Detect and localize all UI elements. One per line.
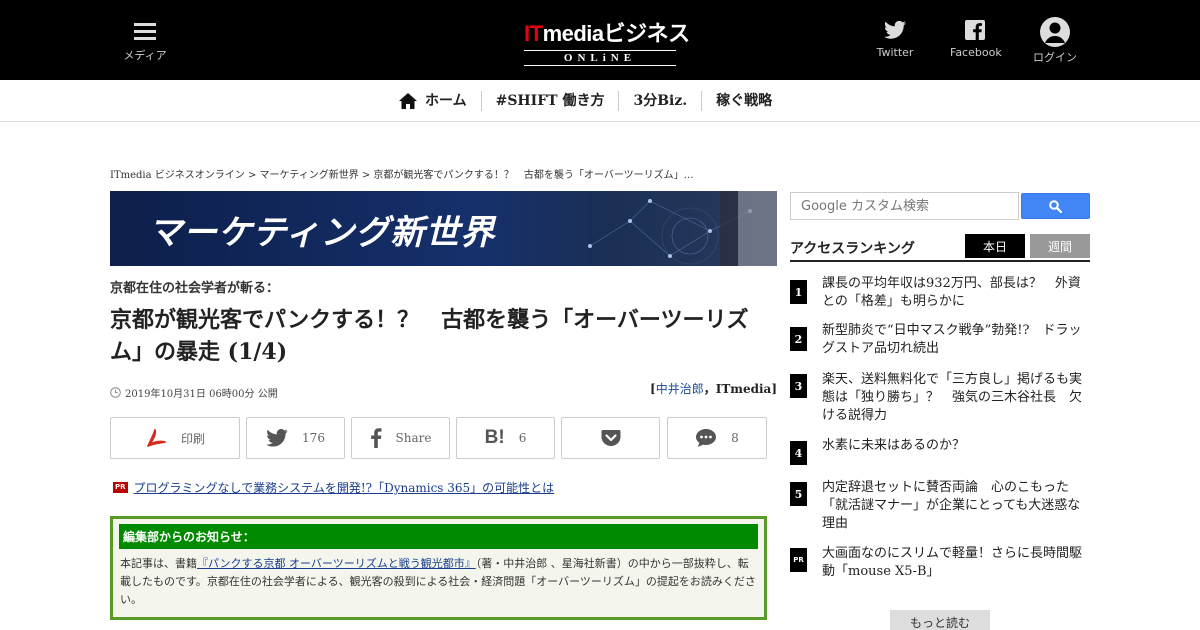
- pr-badge: PR: [113, 482, 128, 493]
- tweet-button[interactable]: 176: [246, 417, 345, 459]
- nav-item-shift[interactable]: #SHIFT 働き方: [480, 91, 619, 111]
- pr-link[interactable]: プログラミングなしで業務システムを開発!?「Dynamics 365」の可能性と…: [134, 479, 555, 496]
- author-byline: [中井治郎，ITmedia]: [650, 382, 777, 396]
- comment-count: 8: [731, 431, 739, 445]
- notice-body: 本記事は、書籍『パンクする京都 オーバーツーリズムと戦う観光都市』（著・中井治郎…: [120, 557, 756, 606]
- login-link[interactable]: ログイン: [1030, 17, 1080, 65]
- rank-headline: 水素に未来はあるのか？: [822, 438, 966, 453]
- nav-item-label: #SHIFT 働き方: [495, 93, 605, 109]
- nav-item-3minbiz[interactable]: 3分Biz.: [618, 91, 701, 111]
- rank-headline: 楽天、送料無料化で「三方良し」掲げるも実態は「独り勝ち」？ 強気の三木谷社長 欠…: [822, 372, 1083, 423]
- main-nav: ホーム #SHIFT 働き方 3分Biz. 稼ぐ戦略: [0, 80, 1200, 122]
- nav-item-label: 稼ぐ戦略: [716, 93, 773, 109]
- site-header: メディア ITmediaビジネス ONLiNE Twitter Facebook…: [0, 0, 1200, 80]
- print-label: 印刷: [180, 431, 205, 446]
- notice-heading: 編集部からのお知らせ：: [119, 524, 758, 549]
- rank-headline: 大画面なのにスリムで軽量！さらに長時間駆動「mouse X5-B」: [822, 546, 1083, 579]
- pdf-icon: [147, 429, 166, 447]
- rank-headline: 内定辞退セットに賛否両論 心のこもった「就活謎マナー」が企業にとっても大迷惑な理…: [822, 480, 1081, 531]
- tweet-count: 176: [302, 431, 325, 445]
- hatena-count: 6: [518, 431, 527, 445]
- twitter-link[interactable]: Twitter: [872, 20, 918, 59]
- rank-number: 3: [790, 374, 807, 398]
- tab-weekly[interactable]: 週間: [1030, 234, 1090, 258]
- rank-number: 1: [790, 280, 807, 304]
- clock-icon: [110, 387, 121, 398]
- twitter-icon: [266, 429, 288, 447]
- logo-subtitle: ONLiNE: [524, 50, 676, 66]
- facebook-f-icon: [370, 428, 382, 448]
- user-avatar-icon: [1040, 17, 1070, 47]
- series-banner[interactable]: マーケティング新世界: [110, 191, 777, 266]
- share-buttons: 印刷 176 Share B! 6 8: [110, 417, 770, 459]
- pr-link-row: PR プログラミングなしで業務システムを開発!?「Dynamics 365」の可…: [113, 479, 554, 496]
- search-input[interactable]: [790, 192, 1019, 220]
- nav-item-home[interactable]: ホーム: [395, 91, 481, 111]
- hatena-icon: B!: [484, 427, 505, 448]
- banner-title: マーケティング新世界: [148, 213, 496, 253]
- logo-wordmark: ITmediaビジネス: [524, 21, 690, 46]
- article-title: 京都が観光客でパンクする！？ 古都を襲う「オーバーツーリズム」の暴走 (1/4): [110, 307, 749, 365]
- facebook-link[interactable]: Facebook: [950, 20, 1002, 59]
- rank-headline: 課長の平均年収は932万円、部長は？ 外資との「格差」も明らかに: [822, 276, 1081, 309]
- tab-today[interactable]: 本日: [965, 234, 1025, 258]
- rank-number: 5: [790, 482, 807, 506]
- article-subhead: 京都在住の社会学者が斬る：: [110, 281, 280, 296]
- comment-icon: [696, 429, 717, 447]
- read-more-button[interactable]: もっと読む: [890, 610, 990, 630]
- nav-item-label: 3分Biz.: [633, 93, 688, 109]
- editor-notice: 編集部からのお知らせ： 本記事は、書籍『パンクする京都 オーバーツーリズムと戦う…: [110, 516, 767, 620]
- facebook-share-label: Share: [395, 431, 432, 445]
- rank-headline: 新型肺炎で“日中マスク戦争”勃発!? ドラッグストア品切れ続出: [822, 323, 1082, 356]
- publish-date: 2019年10月31日 06時00分 公開: [110, 385, 278, 400]
- rank-number: 2: [790, 327, 807, 351]
- site-logo[interactable]: ITmediaビジネス ONLiNE: [524, 16, 690, 66]
- home-icon: [399, 93, 417, 109]
- media-menu-button[interactable]: メディア: [122, 20, 168, 63]
- pocket-button[interactable]: [561, 417, 660, 459]
- hamburger-icon: [134, 23, 156, 41]
- hatena-bookmark-button[interactable]: B! 6: [456, 417, 555, 459]
- pocket-icon: [601, 430, 620, 446]
- print-button[interactable]: 印刷: [110, 417, 240, 459]
- twitter-icon: [884, 20, 906, 39]
- facebook-share-button[interactable]: Share: [351, 417, 450, 459]
- search-icon: [1049, 199, 1062, 213]
- nav-item-label: ホーム: [425, 93, 467, 109]
- media-menu-label: メディア: [123, 49, 167, 62]
- facebook-icon: [965, 20, 985, 40]
- publish-date-text: 2019年10月31日 06時00分 公開: [125, 389, 278, 400]
- search-button[interactable]: [1021, 193, 1090, 219]
- book-link[interactable]: 『パンクする京都 オーバーツーリズムと戦う観光都市』: [197, 557, 476, 570]
- ranking-title: アクセスランキング: [790, 241, 915, 257]
- comment-button[interactable]: 8: [667, 417, 767, 459]
- rank-pr-badge: PR: [790, 548, 807, 572]
- ranking-divider: [790, 260, 1090, 262]
- breadcrumb[interactable]: ITmedia ビジネスオンライン > マーケティング新世界 > 京都が観光客で…: [110, 166, 694, 181]
- nav-item-strategy[interactable]: 稼ぐ戦略: [701, 91, 786, 111]
- author-link[interactable]: 中井治郎: [656, 382, 704, 396]
- rank-number: 4: [790, 441, 807, 465]
